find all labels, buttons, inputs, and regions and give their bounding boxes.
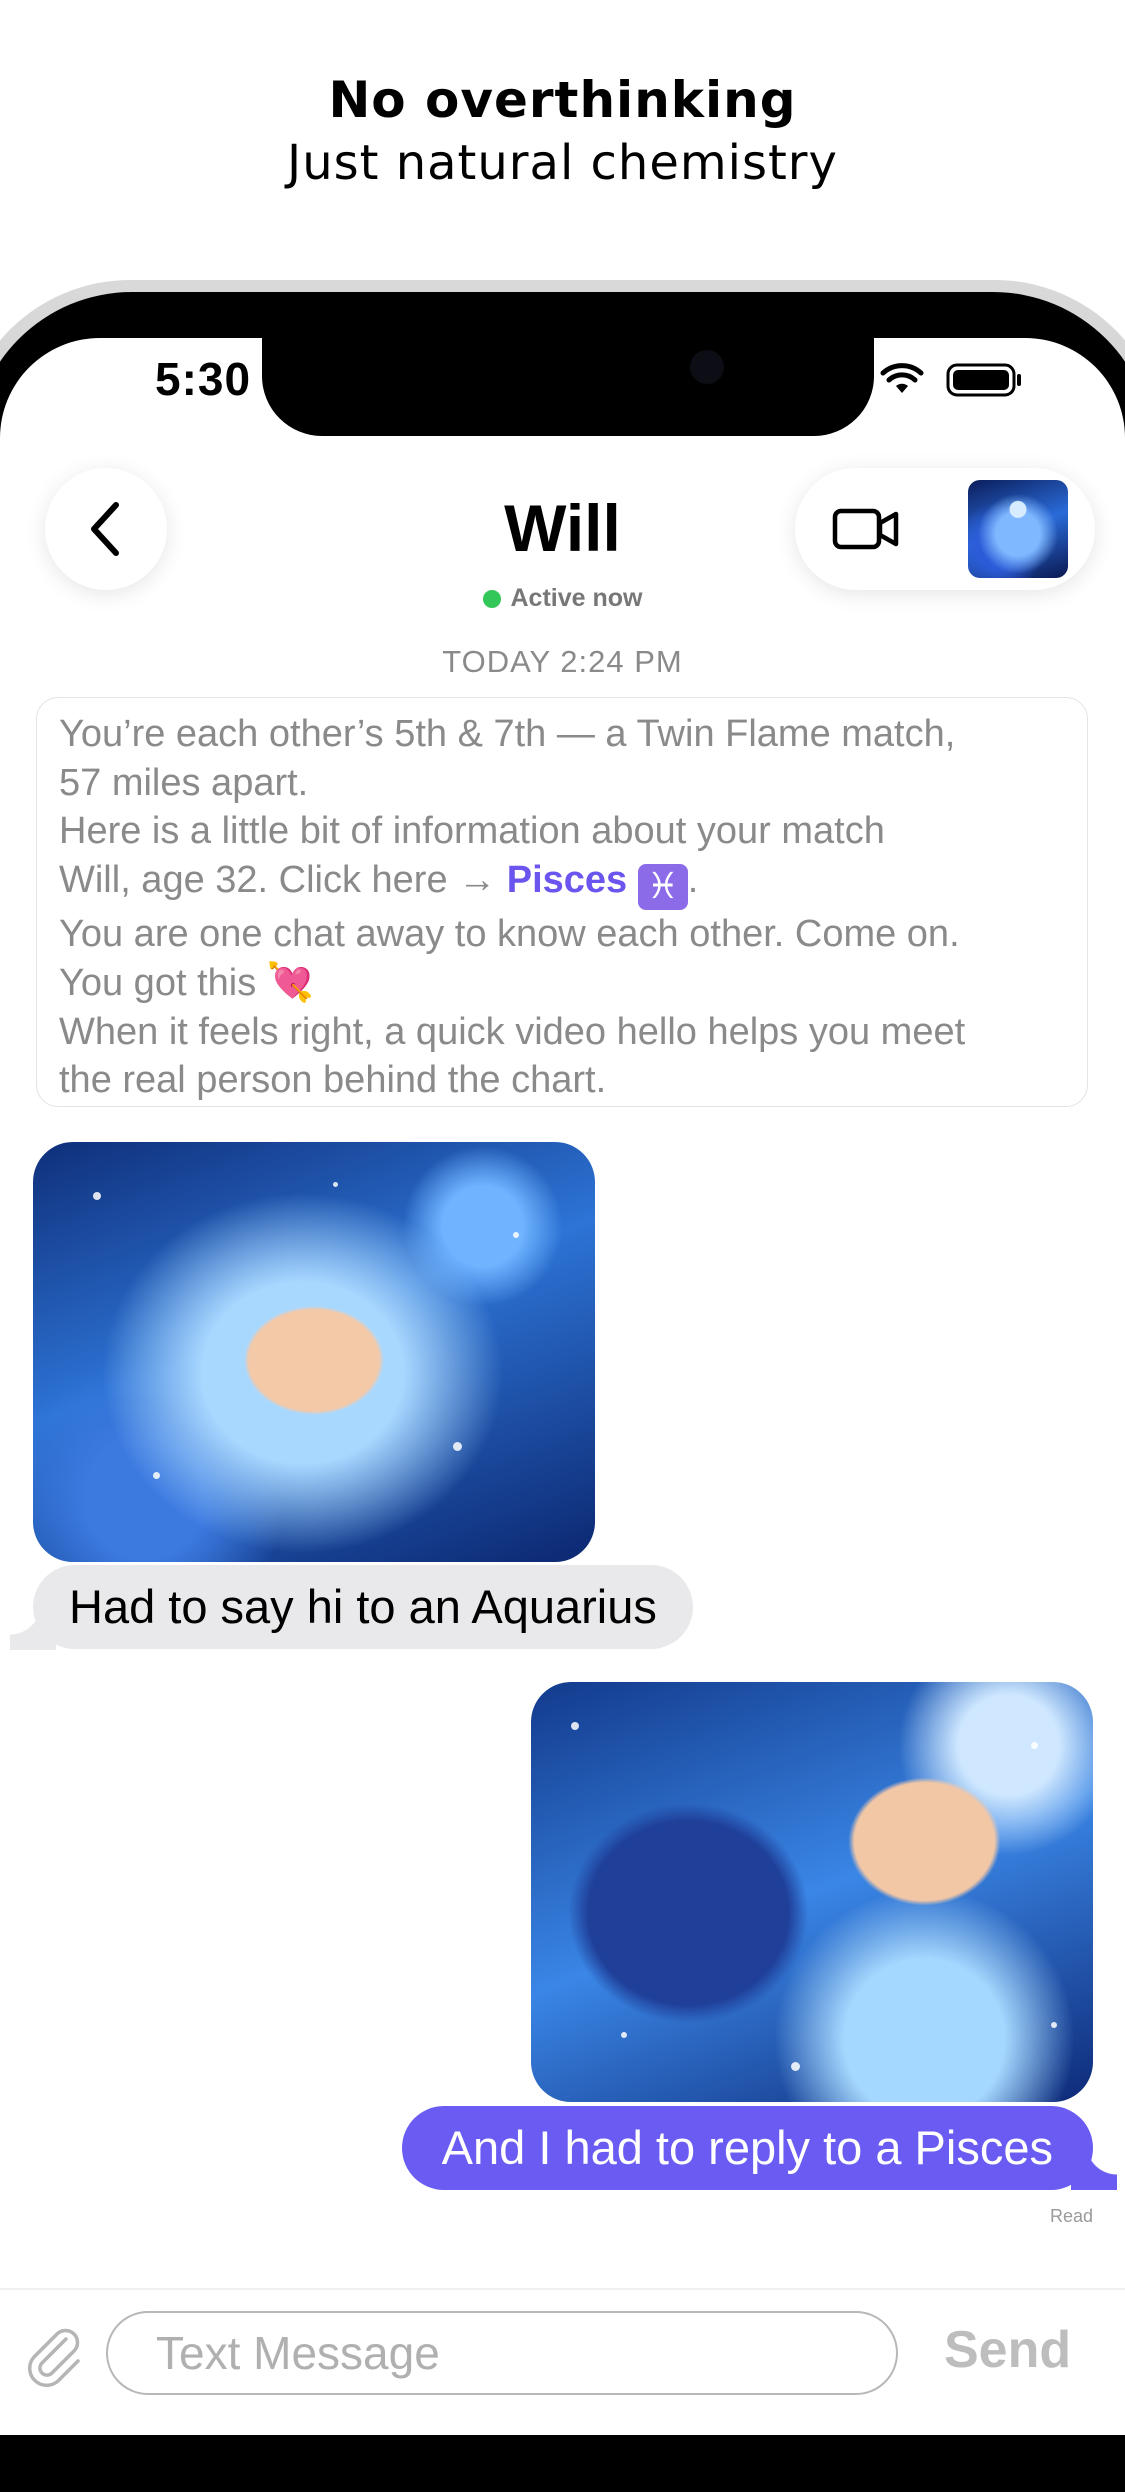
outgoing-message-bubble[interactable]: And I had to reply to a Pisces [401,2106,1093,2190]
intro-line: You are one chat away to know each other… [59,912,960,955]
attach-button[interactable] [22,2323,86,2387]
contact-avatar[interactable] [968,480,1068,578]
promo-subtitle: Just natural chemistry [287,135,838,191]
incoming-image-message[interactable] [33,1142,595,1562]
conversation-timestamp: TODAY 2:24 PM [442,644,683,679]
match-intro-card: You’re each other’s 5th & 7th — a Twin F… [36,697,1088,1107]
front-camera [690,350,724,384]
message-input[interactable] [106,2311,898,2395]
intro-line: You’re each other’s 5th & 7th — a Twin F… [59,713,956,755]
intro-line: You got this 💘 [59,958,1067,1008]
composer-divider [0,2288,1125,2290]
presence-text: Active now [510,584,643,612]
promo-headline: No overthinking Just natural chemistry [0,68,1125,194]
online-indicator-dot [482,589,501,608]
heart-arrow-emoji-icon: 💘 [266,960,315,1004]
status-icons [880,362,1024,398]
intro-text: . [687,858,699,901]
pisces-sign-icon[interactable]: ♓ [637,863,688,910]
wifi-icon [880,363,924,393]
battery-icon [946,363,1021,397]
read-receipt: Read [1049,2206,1093,2226]
status-time: 5:30 [155,353,252,405]
intro-line: 57 miles apart. [59,761,309,804]
intro-text: Will, age 32. Click here → [59,858,507,901]
dynamic-island [232,296,904,436]
intro-line: When it feels right, a quick video hello… [59,1010,966,1053]
intro-line: the real person behind the chart. [59,1059,607,1101]
intro-line: Here is a little bit of information abou… [59,810,885,852]
intro-line-with-link: Will, age 32. Click here → Pisces ♓. [59,856,1067,910]
promo-title: No overthinking [328,71,797,129]
outgoing-image-message[interactable] [531,1682,1093,2102]
incoming-message-bubble[interactable]: Had to say hi to an Aquarius [33,1565,693,1649]
pisces-link[interactable]: Pisces [507,859,627,901]
intro-text: You got this [59,962,267,1004]
video-call-button[interactable] [832,505,900,553]
send-button[interactable]: Send [944,2320,1071,2380]
